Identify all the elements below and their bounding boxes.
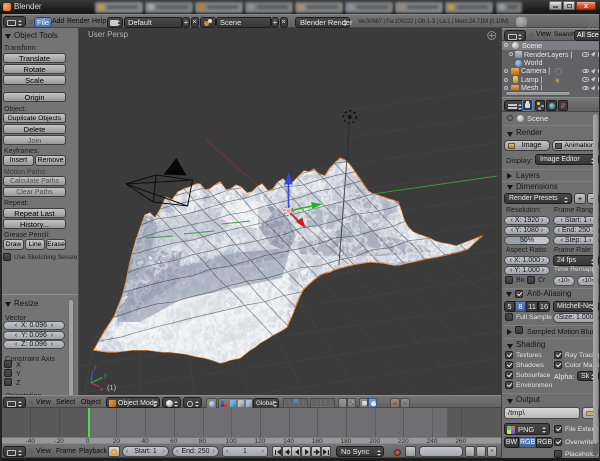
svg-text:User Persp: User Persp bbox=[88, 30, 129, 39]
svg-text:(1): (1) bbox=[107, 383, 117, 392]
svg-text:z: z bbox=[94, 366, 97, 372]
svg-text:y: y bbox=[104, 373, 107, 379]
svg-text:x: x bbox=[100, 387, 103, 393]
